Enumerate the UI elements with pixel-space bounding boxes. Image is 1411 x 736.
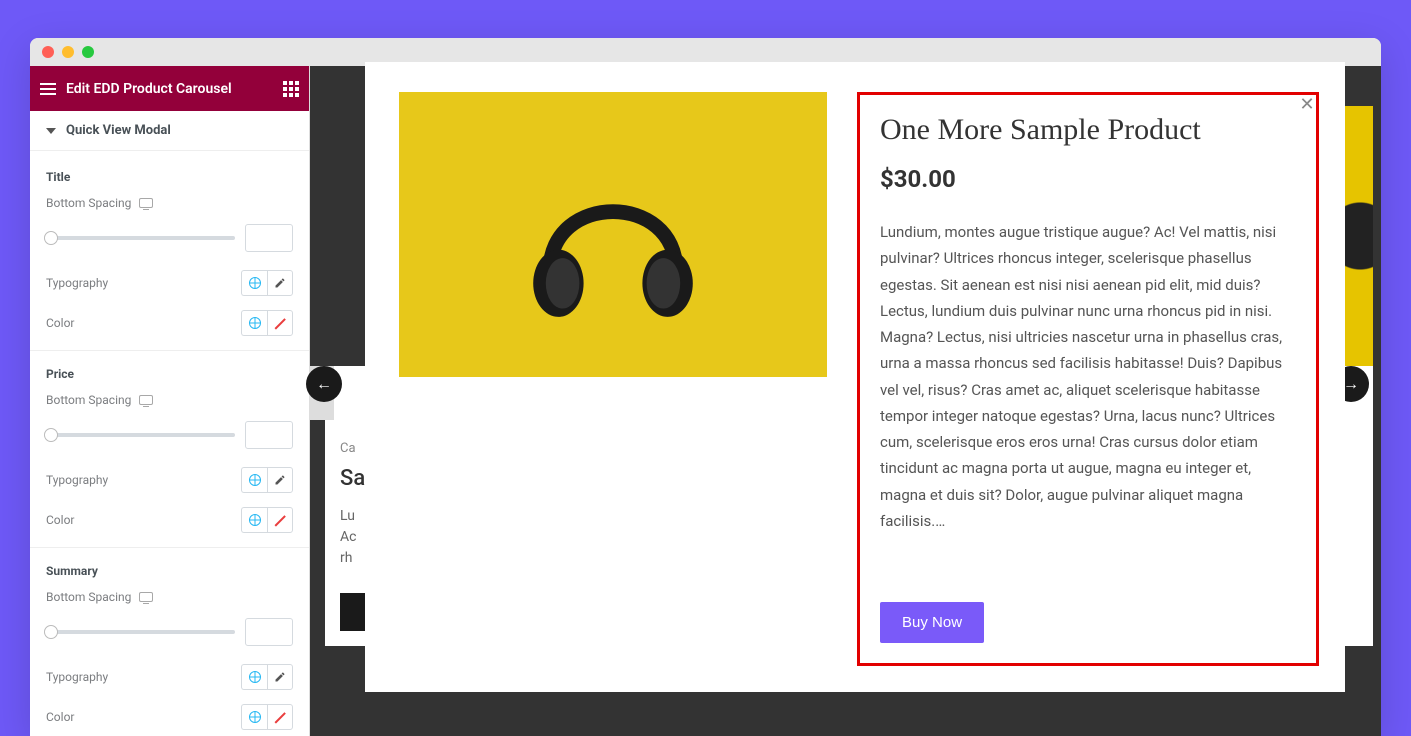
control-color-title: Color xyxy=(46,310,293,336)
product-image-peek xyxy=(1341,106,1373,366)
headphones-icon xyxy=(508,134,718,344)
control-typography-title: Typography xyxy=(46,270,293,296)
label-bottom-spacing: Bottom Spacing xyxy=(46,196,131,210)
global-button[interactable] xyxy=(241,467,267,493)
quick-view-modal: ✕ One More Sample Product $30.00 Lundium… xyxy=(365,62,1345,692)
control-bottom-spacing-title: Bottom Spacing xyxy=(46,196,293,210)
slider-thumb[interactable] xyxy=(44,231,58,245)
carousel-prev-button[interactable]: ← xyxy=(306,366,342,402)
section-label: Quick View Modal xyxy=(66,123,171,138)
slider-value-input[interactable] xyxy=(245,421,293,449)
no-color-icon xyxy=(271,708,289,726)
modal-title: One More Sample Product xyxy=(880,113,1294,147)
group-price: Price xyxy=(46,367,293,381)
label-typography: Typography xyxy=(46,473,108,487)
section-toggle-quick-view[interactable]: Quick View Modal xyxy=(30,111,309,151)
globe-icon xyxy=(249,317,261,329)
label-color: Color xyxy=(46,710,74,724)
close-icon[interactable]: ✕ xyxy=(1294,91,1320,117)
color-button[interactable] xyxy=(267,310,293,336)
panel-body: Title Bottom Spacing Typography Color xyxy=(30,151,309,736)
color-button[interactable] xyxy=(267,704,293,730)
bg-category: Ca xyxy=(340,441,356,456)
slider-thumb[interactable] xyxy=(44,428,58,442)
slider-thumb[interactable] xyxy=(44,625,58,639)
window-zoom-dot[interactable] xyxy=(82,46,94,58)
modal-details-highlight: ✕ One More Sample Product $30.00 Lundium… xyxy=(857,92,1319,666)
divider xyxy=(30,350,309,351)
control-color-summary: Color xyxy=(46,704,293,730)
slider-bottom-spacing-summary xyxy=(46,618,293,646)
global-button[interactable] xyxy=(241,270,267,296)
preview-area: Ca Sa Lu Ac rh $ ‹ ← → xyxy=(310,66,1381,736)
slider-track[interactable] xyxy=(46,433,235,437)
label-bottom-spacing: Bottom Spacing xyxy=(46,590,131,604)
modal-price: $30.00 xyxy=(880,165,1294,193)
bg-title: Sa xyxy=(340,466,365,491)
global-button[interactable] xyxy=(241,310,267,336)
buy-now-button[interactable]: Buy Now xyxy=(880,602,984,643)
global-button[interactable] xyxy=(241,507,267,533)
window-close-dot[interactable] xyxy=(42,46,54,58)
label-color: Color xyxy=(46,513,74,527)
pencil-icon xyxy=(274,277,286,289)
edit-button[interactable] xyxy=(267,270,293,296)
pencil-icon xyxy=(274,474,286,486)
label-color: Color xyxy=(46,316,74,330)
editor-sidebar: Edit EDD Product Carousel Quick View Mod… xyxy=(30,66,310,736)
sidebar-header: Edit EDD Product Carousel xyxy=(30,66,309,111)
globe-icon xyxy=(249,474,261,486)
group-summary: Summary xyxy=(46,564,293,578)
control-color-price: Color xyxy=(46,507,293,533)
label-typography: Typography xyxy=(46,670,108,684)
global-button[interactable] xyxy=(241,664,267,690)
responsive-icon[interactable] xyxy=(139,395,153,405)
responsive-icon[interactable] xyxy=(139,198,153,208)
responsive-icon[interactable] xyxy=(139,592,153,602)
control-bottom-spacing-summary: Bottom Spacing xyxy=(46,590,293,604)
browser-window: Edit EDD Product Carousel Quick View Mod… xyxy=(30,38,1381,736)
color-button[interactable] xyxy=(267,507,293,533)
label-typography: Typography xyxy=(46,276,108,290)
sidebar-title: Edit EDD Product Carousel xyxy=(66,81,232,97)
content-area: Edit EDD Product Carousel Quick View Mod… xyxy=(30,66,1381,736)
apps-grid-icon[interactable] xyxy=(283,81,299,97)
divider xyxy=(30,547,309,548)
edit-button[interactable] xyxy=(267,467,293,493)
slider-bottom-spacing-title xyxy=(46,224,293,252)
menu-icon[interactable] xyxy=(40,83,56,95)
slider-track[interactable] xyxy=(46,236,235,240)
slider-value-input[interactable] xyxy=(245,224,293,252)
no-color-icon xyxy=(271,314,289,332)
globe-icon xyxy=(249,711,261,723)
slider-value-input[interactable] xyxy=(245,618,293,646)
label-bottom-spacing: Bottom Spacing xyxy=(46,393,131,407)
slider-track[interactable] xyxy=(46,630,235,634)
control-bottom-spacing-price: Bottom Spacing xyxy=(46,393,293,407)
globe-icon xyxy=(249,277,261,289)
window-minimize-dot[interactable] xyxy=(62,46,74,58)
modal-product-image xyxy=(399,92,827,377)
control-typography-summary: Typography xyxy=(46,664,293,690)
edit-button[interactable] xyxy=(267,664,293,690)
globe-icon xyxy=(249,671,261,683)
global-button[interactable] xyxy=(241,704,267,730)
pencil-icon xyxy=(274,671,286,683)
no-color-icon xyxy=(271,511,289,529)
globe-icon xyxy=(249,514,261,526)
modal-description: Lundium, montes augue tristique augue? A… xyxy=(880,219,1294,584)
caret-down-icon xyxy=(46,128,56,134)
slider-bottom-spacing-price xyxy=(46,421,293,449)
control-typography-price: Typography xyxy=(46,467,293,493)
group-title: Title xyxy=(46,170,293,184)
